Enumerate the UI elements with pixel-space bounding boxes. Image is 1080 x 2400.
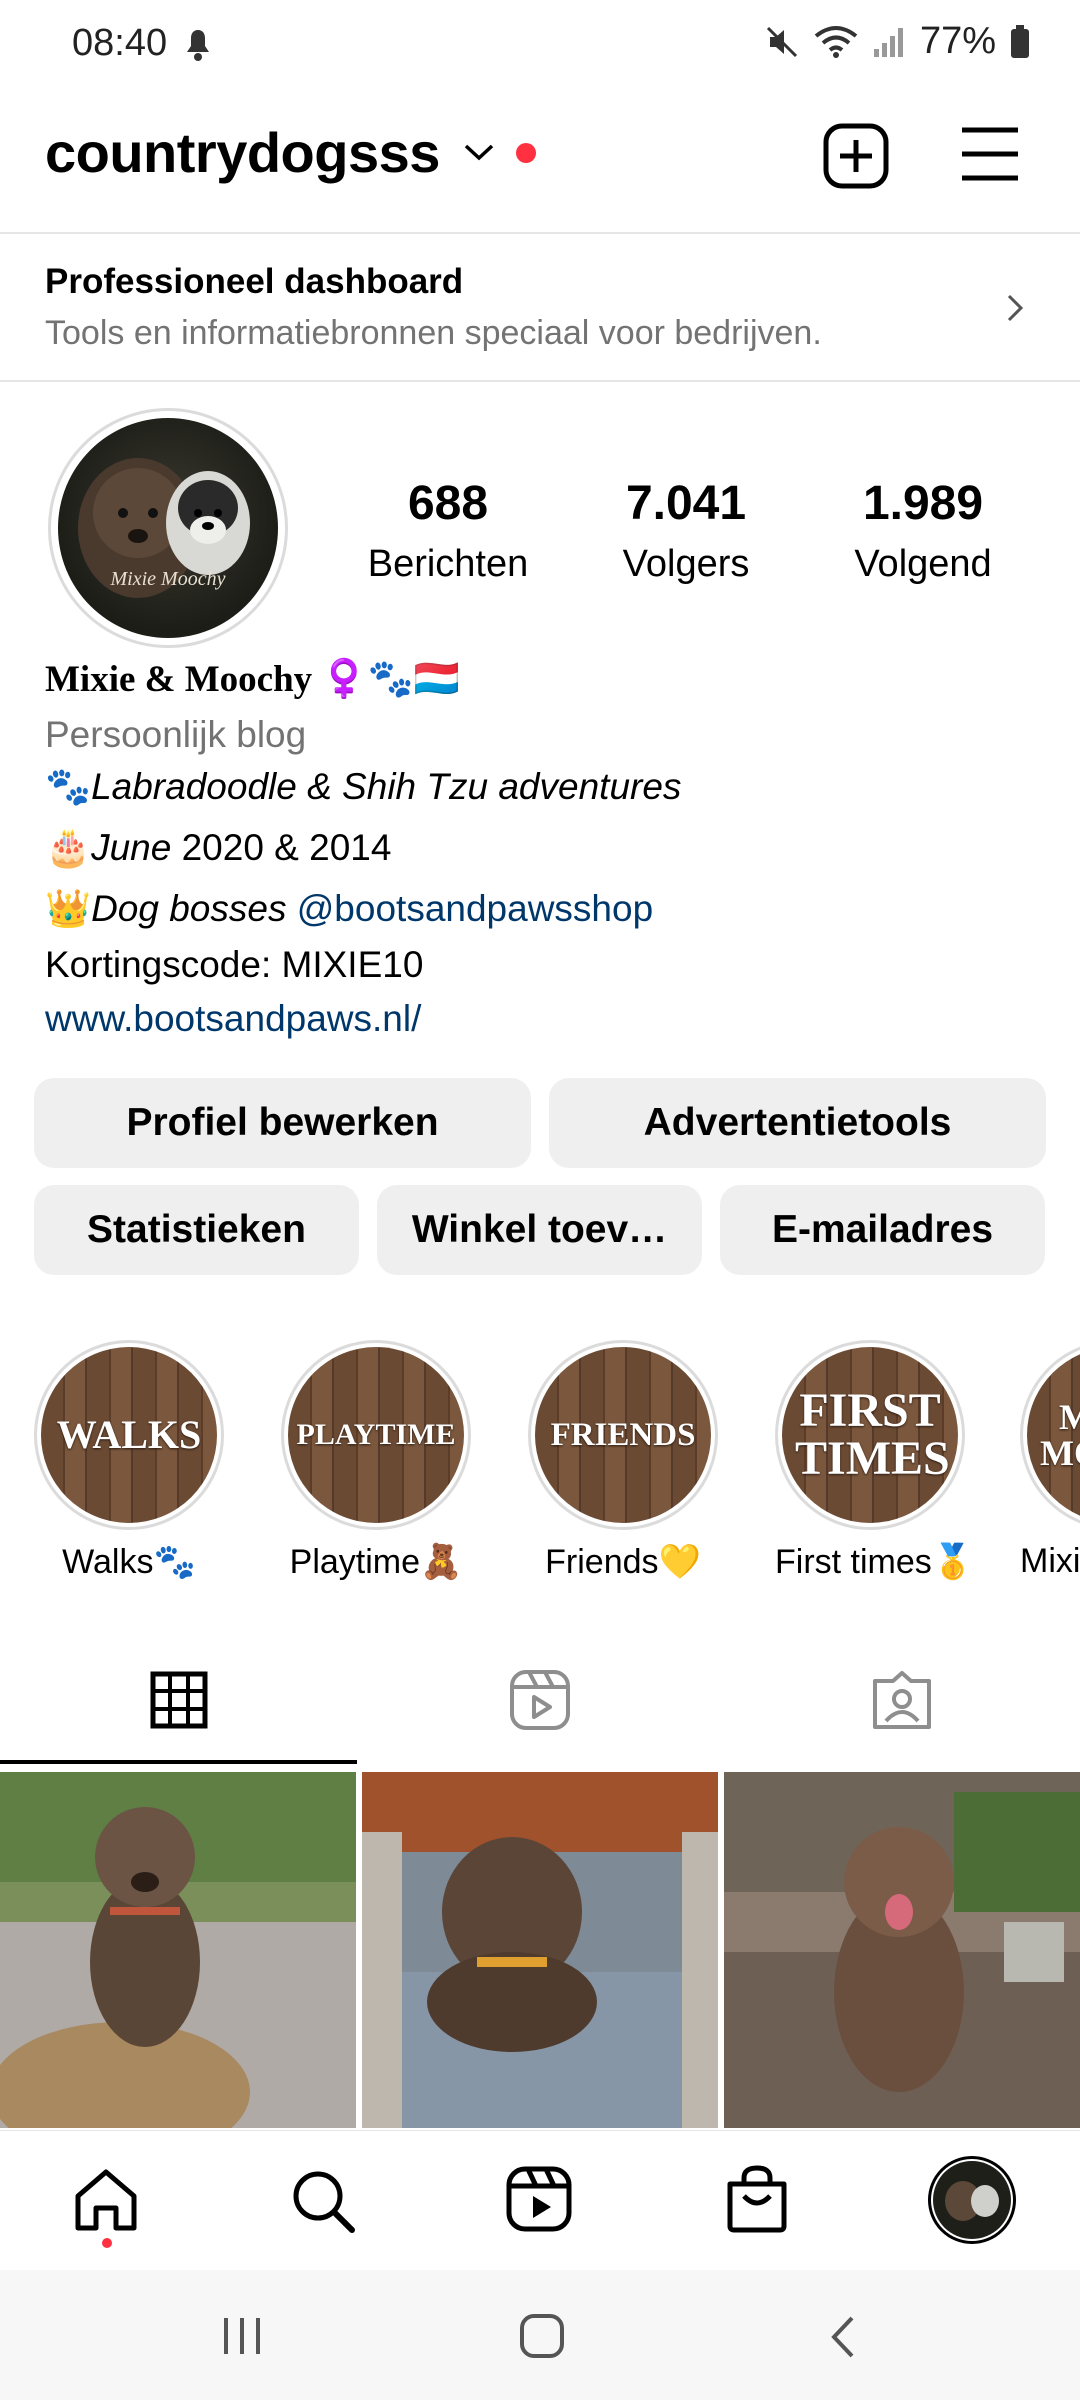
posts-label: Berichten [367, 543, 529, 585]
highlight-cover-text: FIRST TIMES [795, 1384, 950, 1485]
back-icon[interactable] [828, 2314, 858, 2360]
tagged-icon [872, 1671, 931, 1729]
grid-icon [150, 1671, 207, 1729]
wifi-icon [814, 24, 858, 60]
highlight-friends[interactable]: FRIENDS Friends💛 [528, 1340, 718, 1582]
notification-dot [516, 143, 536, 163]
profile-avatar[interactable]: Mixie Moochy [48, 408, 288, 648]
home-button-icon[interactable] [518, 2312, 566, 2360]
post-thumbnail-1[interactable] [0, 1772, 356, 2128]
dashboard-subtitle: Tools en informatiebronnen speciaal voor… [45, 314, 822, 352]
stat-following[interactable]: 1.989 Volgend [813, 476, 1033, 586]
post-thumbnail-3[interactable] [724, 1772, 1080, 2128]
cake-emoji: 🎂 [45, 827, 92, 868]
avatar-thumb [933, 2161, 1011, 2239]
profile-tab-avatar[interactable] [928, 2156, 1016, 2244]
search-icon[interactable] [288, 2166, 358, 2236]
battery-level: 77% [919, 20, 996, 62]
reels-icon [510, 1670, 570, 1730]
highlight-walks[interactable]: WALKS Walks🐾 [34, 1340, 224, 1582]
account-switcher[interactable]: countrydogsss [45, 120, 440, 185]
highlight-cover-text: PLAYTIME [296, 1418, 456, 1451]
notification-icon [183, 28, 213, 62]
followers-count: 7.041 [625, 477, 747, 530]
stat-followers[interactable]: 7.041 Volgers [576, 476, 796, 586]
chevron-down-icon[interactable] [462, 140, 496, 164]
bio-line-1: 🐾Labradoodle & Shih Tzu adventures [45, 766, 681, 809]
highlight-label: Playtime🧸 [289, 1543, 463, 1581]
tab-reels[interactable] [362, 1640, 718, 1760]
dog-photo [362, 1772, 718, 2128]
active-tab-indicator [0, 1760, 357, 1764]
menu-icon[interactable] [958, 124, 1022, 184]
profile-category: Persoonlijk blog [45, 714, 307, 755]
dashboard-title: Professioneel dashboard [45, 262, 464, 301]
avatar-signature: Mixie Moochy [110, 568, 226, 590]
highlight-label: Walks🐾 [62, 1543, 196, 1581]
tab-tagged[interactable] [723, 1640, 1080, 1760]
highlight-cover-text: WALKS [56, 1412, 202, 1457]
bio-birth-years: 2020 & 2014 [171, 827, 392, 868]
professional-dashboard[interactable] [0, 234, 1080, 380]
insights-button[interactable]: Statistieken [34, 1185, 359, 1275]
edit-profile-button[interactable]: Profiel bewerken [34, 1078, 531, 1168]
signal-icon [872, 25, 906, 59]
paw-emoji: 🐾 [45, 766, 92, 807]
mute-icon [764, 24, 800, 60]
tab-posts[interactable] [0, 1640, 357, 1760]
following-count: 1.989 [862, 477, 984, 530]
chevron-right-icon [1005, 292, 1025, 324]
posts-count: 688 [407, 477, 489, 530]
post-thumbnail-2[interactable] [362, 1772, 718, 2128]
bio-bosses: Dog bosses [91, 888, 297, 929]
followers-label: Volgers [622, 543, 750, 585]
bio-line-2: 🎂June 2020 & 2014 [45, 827, 391, 870]
highlight-cover-text: MIXIE MOOCHY [1040, 1397, 1080, 1473]
bio-birth-month: June [91, 827, 172, 868]
home-icon[interactable] [72, 2166, 140, 2234]
highlight-mixie-moochy[interactable]: MIXIE MOOCHY Mixie [1020, 1340, 1080, 1600]
bio-line-3: 👑Dog bosses @bootsandpawsshop [45, 888, 653, 931]
dogs-photo [78, 458, 250, 598]
bio-breeds: Labradoodle & Shih Tzu adventures [91, 766, 682, 807]
crown-emoji: 👑 [45, 888, 92, 929]
dog-photo [724, 1772, 1080, 2128]
highlight-cover-text: FRIENDS [550, 1416, 696, 1453]
dog-photo [0, 1772, 356, 2128]
following-label: Volgend [854, 543, 992, 585]
highlight-playtime[interactable]: PLAYTIME Playtime🧸 [281, 1340, 471, 1582]
ad-tools-button[interactable]: Advertentietools [549, 1078, 1046, 1168]
reels-nav-icon[interactable] [506, 2166, 572, 2232]
create-post-icon[interactable] [822, 122, 890, 190]
battery-icon [1010, 24, 1030, 59]
recent-apps-icon[interactable] [220, 2316, 264, 2356]
stat-posts[interactable]: 688 Berichten [338, 476, 558, 586]
divider [0, 380, 1080, 382]
add-shop-button[interactable]: Winkel toev… [377, 1185, 702, 1275]
highlight-label: Mixie [1020, 1542, 1080, 1580]
highlight-label: First times🥇 [775, 1543, 975, 1581]
profile-name: Mixie & Moochy ♀️🐾🇱🇺 [45, 659, 460, 700]
shop-icon[interactable] [724, 2164, 790, 2234]
website-link[interactable]: www.bootsandpaws.nl/ [45, 998, 421, 1040]
home-notification-dot [102, 2238, 112, 2248]
highlight-first-times[interactable]: FIRST TIMES First times🥇 [775, 1340, 975, 1582]
mention-link[interactable]: @bootsandpawsshop [297, 888, 653, 929]
email-button[interactable]: E-mailadres [720, 1185, 1045, 1275]
status-time: 08:40 [72, 22, 168, 64]
highlight-label: Friends💛 [545, 1543, 701, 1581]
bio-discount-code: Kortingscode: MIXIE10 [45, 944, 424, 985]
